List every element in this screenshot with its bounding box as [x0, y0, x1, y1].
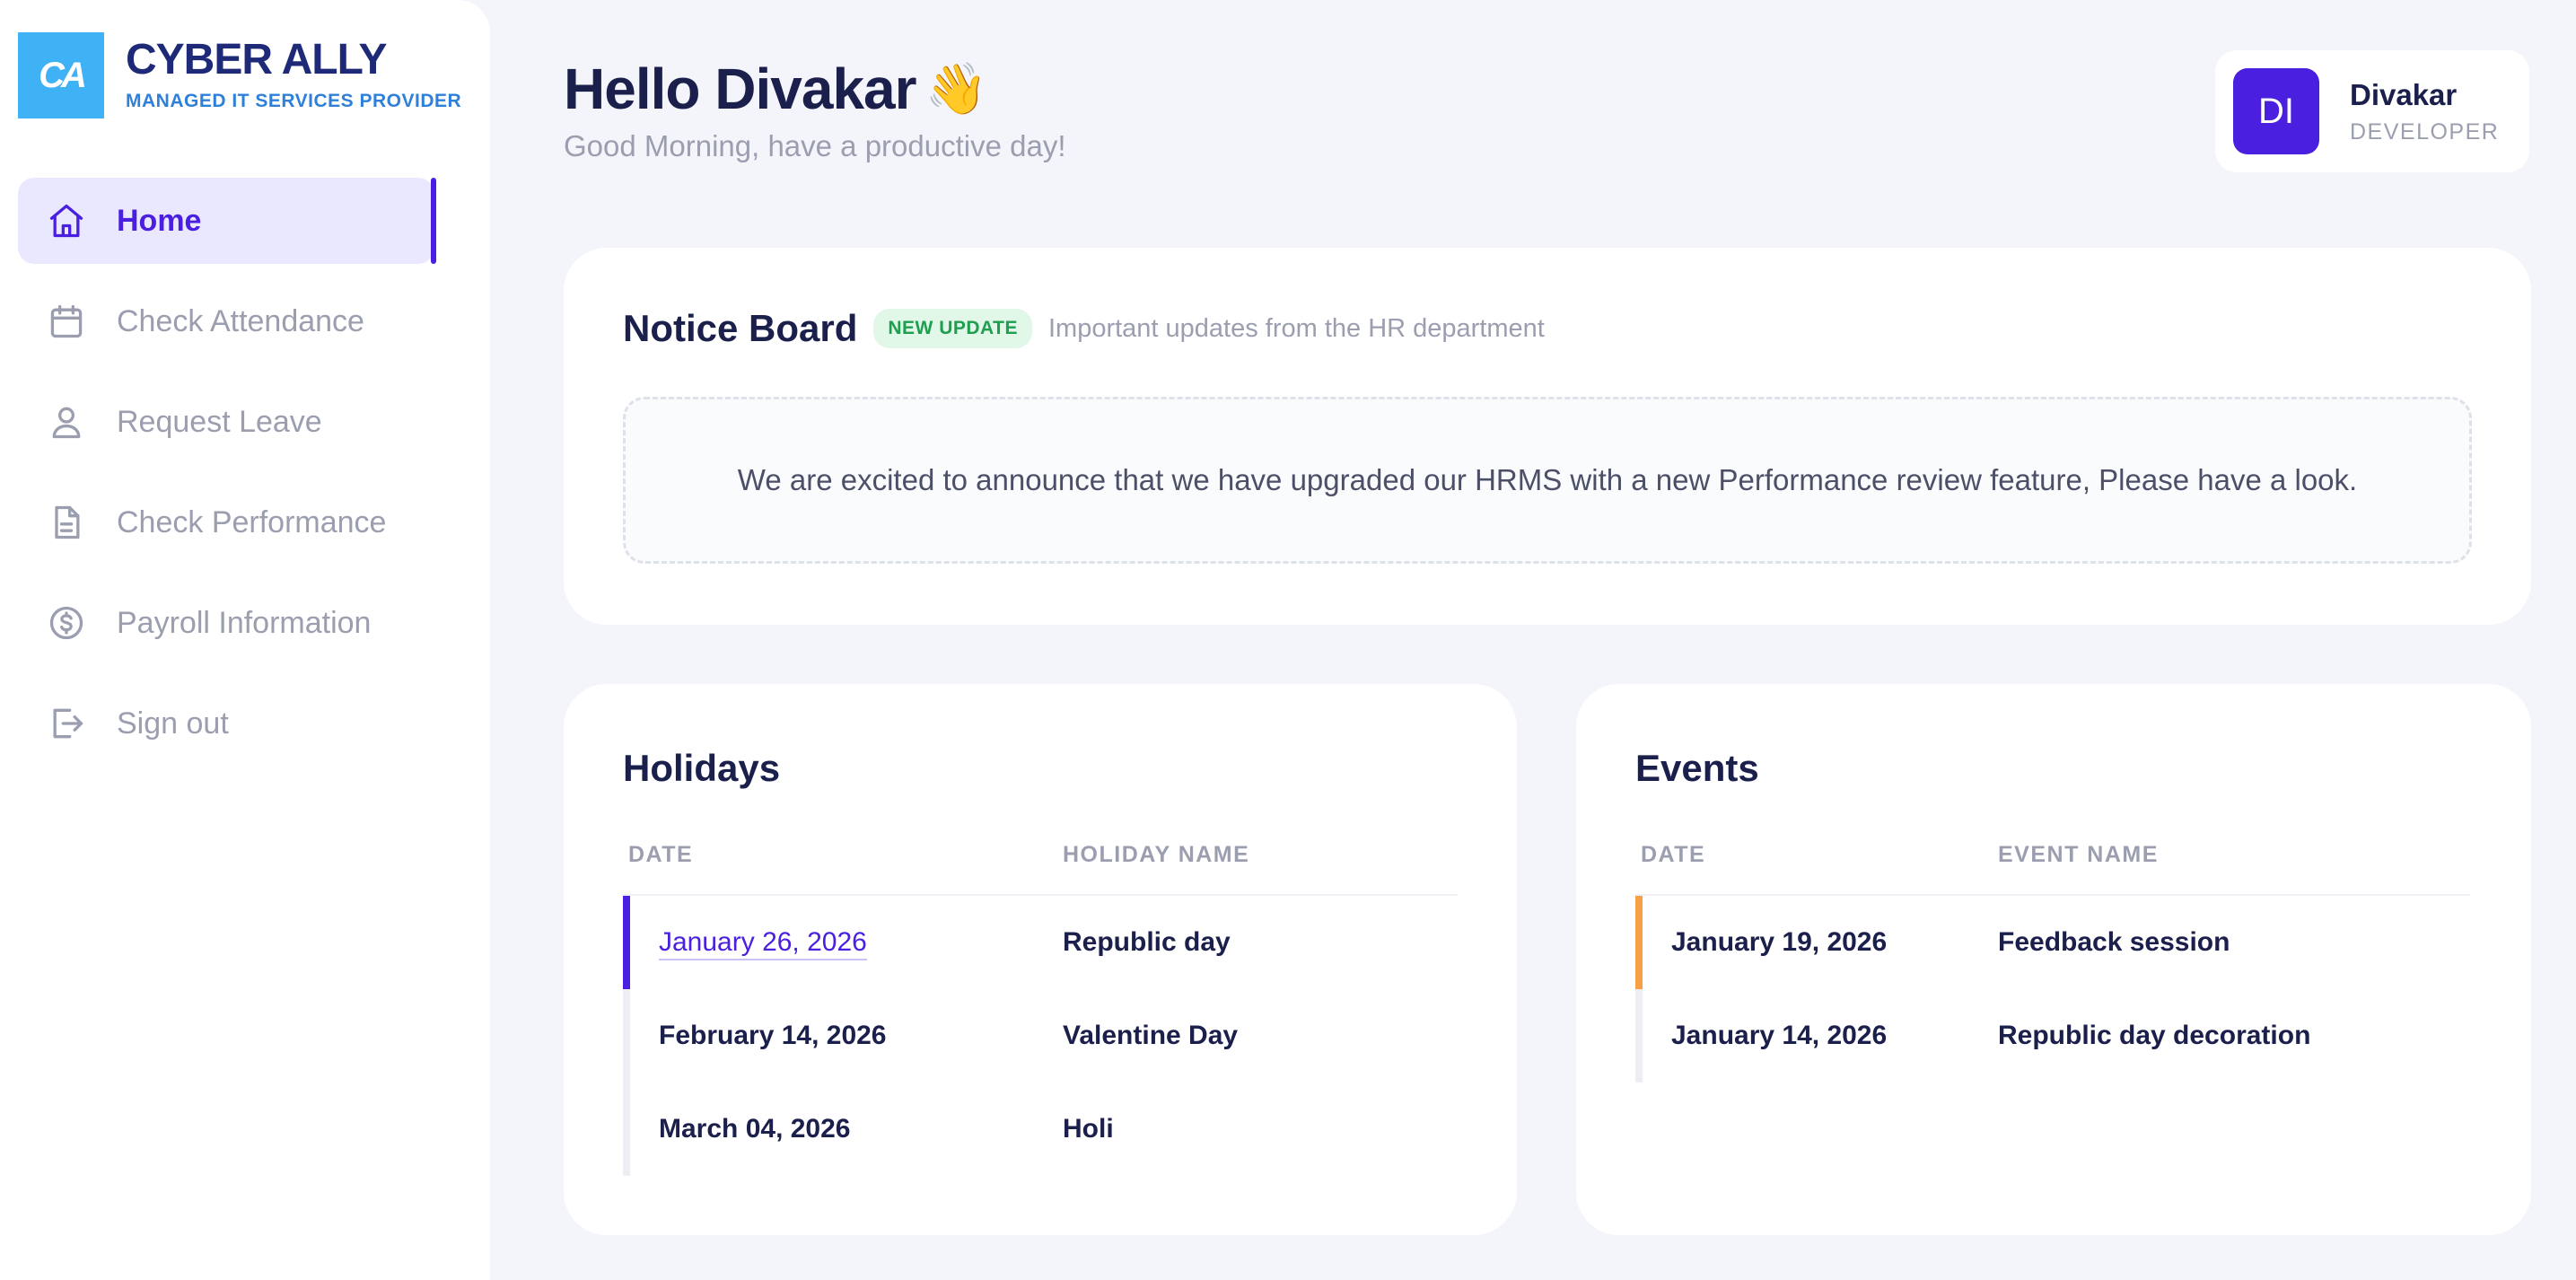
calendar-icon	[47, 302, 86, 341]
column-header-date: DATE	[1641, 842, 1706, 867]
sidebar-item-label: Check Performance	[117, 504, 387, 539]
events-table: DATE EVENT NAME January 19, 2026 Feedbac…	[1635, 842, 2470, 1083]
notice-board-card: Notice Board NEW UPDATE Important update…	[564, 248, 2531, 625]
profile-name: Divakar	[2350, 77, 2458, 111]
holidays-table: DATE HOLIDAY NAME January 26, 2026 Repub…	[623, 842, 1458, 1176]
sidebar-item-sign-out[interactable]: Sign out	[18, 680, 434, 767]
holiday-name-cell: Valentine Day	[1063, 1021, 1239, 1050]
brand[interactable]: CA CYBER ALLY MANAGED IT SERVICES PROVID…	[18, 32, 461, 118]
notice-board-header: Notice Board NEW UPDATE Important update…	[623, 307, 1545, 350]
home-icon	[47, 201, 86, 241]
holidays-card: Holidays DATE HOLIDAY NAME January 26, 2…	[564, 684, 1517, 1235]
event-date-cell: January 19, 2026	[1671, 927, 1888, 957]
greeting-subtitle: Good Morning, have a productive day!	[564, 129, 1066, 162]
event-date-cell: January 14, 2026	[1671, 1021, 1888, 1050]
wave-icon: 👋	[924, 60, 988, 117]
table-row[interactable]: January 19, 2026 Feedback session	[1635, 896, 2470, 989]
holiday-date-cell: January 26, 2026	[623, 927, 1063, 960]
sidebar-item-request-leave[interactable]: Request Leave	[18, 379, 434, 465]
event-name-cell: Republic day decoration	[1998, 1021, 2311, 1050]
holiday-date-link[interactable]: January 26, 2026	[659, 927, 867, 960]
column-header-date: DATE	[628, 842, 694, 867]
notice-board-title: Notice Board	[623, 307, 858, 349]
column-header-event-name: EVENT NAME	[1998, 842, 2159, 867]
greeting-text: Hello Divakar	[564, 57, 917, 121]
table-row[interactable]: January 14, 2026 Republic day decoration	[1635, 989, 2470, 1083]
table-row[interactable]: January 26, 2026 Republic day	[623, 896, 1458, 989]
user-icon	[47, 402, 86, 442]
profile-info: Divakar DEVELOPER	[2350, 78, 2499, 145]
brand-name: CYBER ALLY	[126, 36, 388, 83]
table-row[interactable]: March 04, 2026 Holi	[623, 1083, 1458, 1176]
sidebar-item-label: Check Attendance	[117, 303, 364, 338]
holiday-date-cell: March 04, 2026	[659, 1114, 851, 1144]
brand-text: CYBER ALLY MANAGED IT SERVICES PROVIDER	[126, 39, 461, 112]
avatar: DI	[2233, 68, 2319, 154]
table-header: DATE HOLIDAY NAME	[623, 842, 1458, 896]
sign-out-icon	[47, 704, 86, 743]
column-header-holiday-name: HOLIDAY NAME	[1063, 842, 1250, 867]
greeting: Hello Divakar 👋 Good Morning, have a pro…	[564, 56, 1066, 163]
brand-tagline: MANAGED IT SERVICES PROVIDER	[126, 91, 462, 111]
profile-role: DEVELOPER	[2350, 118, 2500, 145]
sidebar-nav: Home Check Attendance Request Leave Chec…	[18, 178, 436, 781]
sidebar-item-home[interactable]: Home	[18, 178, 436, 264]
sidebar-item-payroll-information[interactable]: Payroll Information	[18, 580, 434, 666]
sidebar-item-label: Sign out	[117, 706, 229, 741]
sidebar-item-label: Payroll Information	[117, 605, 372, 640]
profile-card[interactable]: DI Divakar DEVELOPER	[2215, 50, 2529, 172]
dollar-circle-icon	[47, 603, 86, 643]
notice-board-subtitle: Important updates from the HR department	[1047, 313, 1545, 343]
holiday-name-cell: Holi	[1063, 1114, 1114, 1144]
event-name-cell: Feedback session	[1998, 927, 2230, 957]
sidebar: CA CYBER ALLY MANAGED IT SERVICES PROVID…	[0, 0, 490, 1280]
notice-message: We are excited to announce that we have …	[623, 397, 2472, 564]
holiday-date-cell: February 14, 2026	[659, 1021, 887, 1050]
status-badge: NEW UPDATE	[873, 309, 1032, 348]
document-icon	[47, 503, 86, 542]
holiday-name-cell: Republic day	[1063, 927, 1231, 957]
sidebar-item-check-performance[interactable]: Check Performance	[18, 479, 434, 565]
table-header: DATE EVENT NAME	[1635, 842, 2470, 896]
brand-logo-icon: CA	[18, 32, 104, 118]
holidays-title: Holidays	[623, 747, 781, 789]
sidebar-item-check-attendance[interactable]: Check Attendance	[18, 278, 434, 364]
events-card: Events DATE EVENT NAME January 19, 2026 …	[1576, 684, 2531, 1235]
sidebar-item-label: Home	[117, 203, 202, 238]
sidebar-item-label: Request Leave	[117, 404, 322, 439]
table-row[interactable]: February 14, 2026 Valentine Day	[623, 989, 1458, 1083]
events-title: Events	[1635, 747, 1759, 789]
page-title: Hello Divakar 👋	[564, 56, 1066, 122]
